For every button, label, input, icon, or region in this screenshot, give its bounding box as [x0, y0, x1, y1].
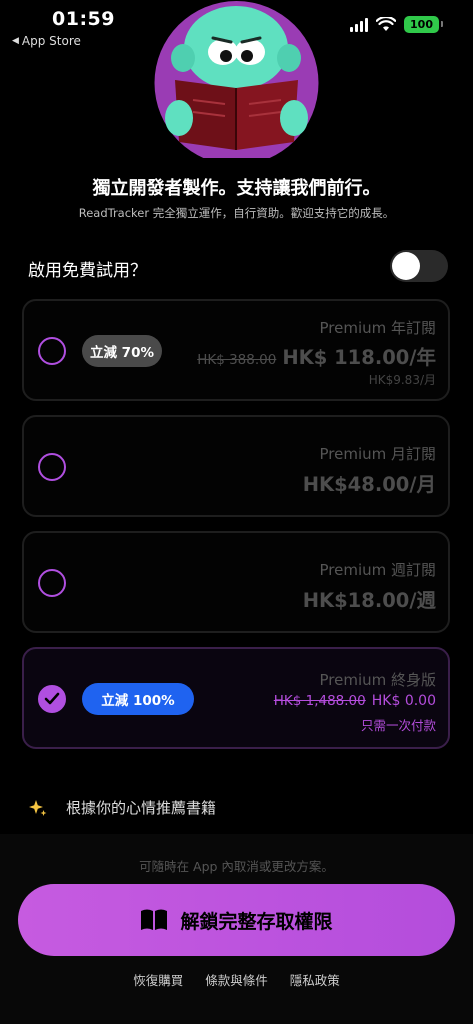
plan-radio-weekly[interactable]: [38, 569, 66, 597]
plan-card-yearly[interactable]: 立減 70% Premium 年訂閱 HK$ 388.00 HK$ 118.00/…: [22, 299, 450, 401]
old-price-lifetime: HK$ 1,488.00: [273, 693, 366, 709]
plan-price-weekly: HK$18.00/週: [302, 589, 436, 612]
cellular-signal-icon: [350, 17, 369, 32]
book-open-icon: [141, 909, 168, 930]
price-lifetime: HK$ 0.00: [371, 693, 436, 709]
plan-name-weekly: Premium 週訂閱: [319, 561, 436, 579]
plan-price-lifetime: HK$ 1,488.00 HK$ 0.00: [274, 693, 436, 709]
feature-item: 根據你的心情推薦書籍: [28, 797, 216, 818]
plan-card-weekly[interactable]: Premium 週訂閱 HK$18.00/週: [22, 531, 450, 633]
status-time: 01:59: [52, 8, 115, 30]
plan-radio-yearly[interactable]: [38, 337, 66, 365]
cancel-note: 可隨時在 App 內取消或更改方案。: [139, 859, 334, 874]
plan-sub-lifetime: 只需一次付款: [360, 718, 436, 733]
mascot-reading-illustration: [154, 1, 319, 158]
checkmark-icon: [44, 692, 60, 705]
toggle-knob: [392, 252, 420, 280]
status-icons: 100: [350, 16, 443, 33]
plan-card-monthly[interactable]: Premium 月訂閱 HK$48.00/月: [22, 415, 450, 517]
footer-links: 恢復購買 條款與條件 隱私政策: [0, 970, 473, 989]
back-to-app-store[interactable]: ◀ App Store: [12, 34, 81, 48]
back-arrow-icon: ◀: [12, 36, 19, 46]
page-title: 獨立開發者製作。支持讓我們前行。: [92, 178, 381, 199]
plan-card-lifetime[interactable]: 立減 100% Premium 終身版 HK$ 1,488.00 HK$ 0.00…: [22, 647, 450, 749]
discount-badge-lifetime: 立減 100%: [82, 683, 194, 715]
plan-name-lifetime: Premium 終身版: [319, 671, 436, 689]
restore-purchase-link[interactable]: 恢復購買: [133, 970, 183, 989]
wifi-icon: [376, 17, 397, 31]
plan-name-yearly: Premium 年訂閱: [319, 319, 436, 337]
free-trial-toggle[interactable]: [390, 250, 448, 282]
privacy-link[interactable]: 隱私政策: [290, 970, 340, 989]
plan-sub-yearly: HK$9.83/月: [368, 373, 436, 387]
page-subtitle: ReadTracker 完全獨立運作，自行資助。歡迎支持它的成長。: [78, 206, 395, 220]
plan-radio-monthly[interactable]: [38, 453, 66, 481]
price-yearly: HK$ 118.00/年: [282, 346, 436, 369]
discount-badge-yearly: 立減 70%: [82, 335, 162, 367]
terms-link[interactable]: 條款與條件: [205, 970, 268, 989]
unlock-full-access-button[interactable]: 解鎖完整存取權限: [18, 884, 455, 956]
plan-radio-lifetime[interactable]: [38, 685, 66, 713]
plan-name-monthly: Premium 月訂閱: [319, 445, 436, 463]
back-app-label: App Store: [21, 34, 81, 48]
feature-label: 根據你的心情推薦書籍: [66, 799, 217, 817]
free-trial-label: 啟用免費試用？: [28, 261, 147, 281]
unlock-button-label: 解鎖完整存取權限: [180, 911, 333, 933]
plan-price-monthly: HK$48.00/月: [302, 473, 436, 496]
sparkles-icon: [29, 799, 47, 816]
old-price-yearly: HK$ 388.00: [197, 352, 277, 368]
battery-indicator: 100: [404, 16, 443, 33]
plan-price-yearly: HK$ 388.00 HK$ 118.00/年: [197, 341, 436, 370]
